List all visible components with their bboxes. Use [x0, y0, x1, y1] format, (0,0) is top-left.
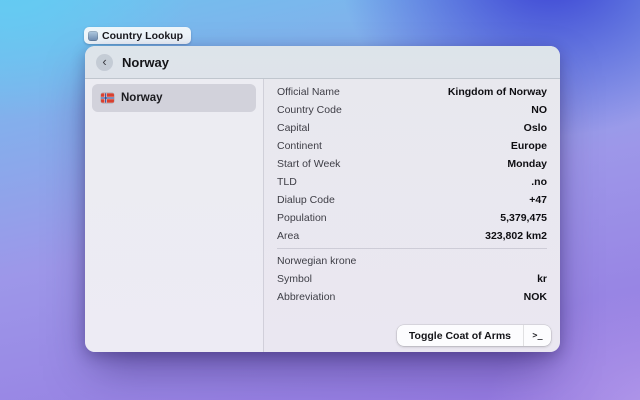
terminal-prompt-icon: >_	[532, 330, 543, 341]
detail-value: Kingdom of Norway	[447, 86, 547, 98]
app-tag[interactable]: Country Lookup	[84, 27, 192, 44]
detail-value: NOK	[523, 291, 547, 303]
section-divider	[277, 248, 547, 249]
detail-row-tld: TLD .no	[277, 173, 547, 191]
norway-flag-icon	[101, 93, 114, 103]
detail-label: TLD	[277, 176, 297, 188]
title-bar: ‹ Norway	[85, 46, 560, 79]
window-body: Norway Official Name Kingdom of Norway C…	[85, 79, 560, 352]
detail-value: Europe	[510, 140, 547, 152]
detail-label: Continent	[277, 140, 322, 152]
sidebar-item-label: Norway	[121, 92, 163, 104]
desktop-background: Country Lookup ‹ Norway Norway Official …	[0, 0, 640, 400]
detail-value: Oslo	[523, 122, 547, 134]
detail-row-abbreviation: Abbreviation NOK	[277, 288, 547, 306]
detail-row-area: Area 323,802 km2	[277, 227, 547, 245]
detail-value: 5,379,475	[500, 212, 547, 224]
app-icon	[88, 30, 98, 41]
toggle-coat-of-arms-button-group: Toggle Coat of Arms >_	[396, 325, 551, 346]
detail-value: +47	[529, 194, 547, 206]
country-lookup-window: ‹ Norway Norway Official Name Kingdom of…	[85, 46, 560, 352]
detail-row-symbol: Symbol kr	[277, 270, 547, 288]
detail-label: Symbol	[277, 273, 313, 285]
keyboard-shortcut-button[interactable]: >_	[523, 325, 551, 346]
detail-value: NO	[531, 104, 547, 116]
country-sidebar: Norway	[85, 79, 264, 352]
detail-value: 323,802 km2	[485, 230, 547, 242]
detail-row-dialup-code: Dialup Code +47	[277, 191, 547, 209]
sidebar-item-norway[interactable]: Norway	[92, 84, 256, 112]
page-title: Norway	[122, 54, 169, 70]
detail-value: Monday	[507, 158, 547, 170]
detail-label: Start of Week	[277, 158, 341, 170]
detail-label: Country Code	[277, 104, 342, 116]
detail-row-continent: Continent Europe	[277, 137, 547, 155]
detail-label: Capital	[277, 122, 310, 134]
chevron-left-icon: ‹	[102, 54, 107, 69]
detail-row-official-name: Official Name Kingdom of Norway	[277, 83, 547, 101]
currency-section-header: Norwegian krone	[277, 255, 357, 267]
app-tag-label: Country Lookup	[102, 29, 184, 42]
toggle-coat-of-arms-button[interactable]: Toggle Coat of Arms	[397, 325, 523, 346]
detail-label: Abbreviation	[277, 291, 336, 303]
detail-row-country-code: Country Code NO	[277, 101, 547, 119]
detail-value: .no	[531, 176, 547, 188]
detail-row-start-of-week: Start of Week Monday	[277, 155, 547, 173]
detail-label: Population	[277, 212, 327, 224]
detail-label: Official Name	[277, 86, 340, 98]
detail-label: Area	[277, 230, 300, 242]
back-button[interactable]: ‹	[96, 53, 113, 71]
country-detail-pane: Official Name Kingdom of Norway Country …	[264, 79, 560, 352]
detail-row-population: Population 5,379,475	[277, 209, 547, 227]
detail-value: kr	[537, 273, 547, 285]
detail-label: Dialup Code	[277, 194, 335, 206]
detail-row-capital: Capital Oslo	[277, 119, 547, 137]
